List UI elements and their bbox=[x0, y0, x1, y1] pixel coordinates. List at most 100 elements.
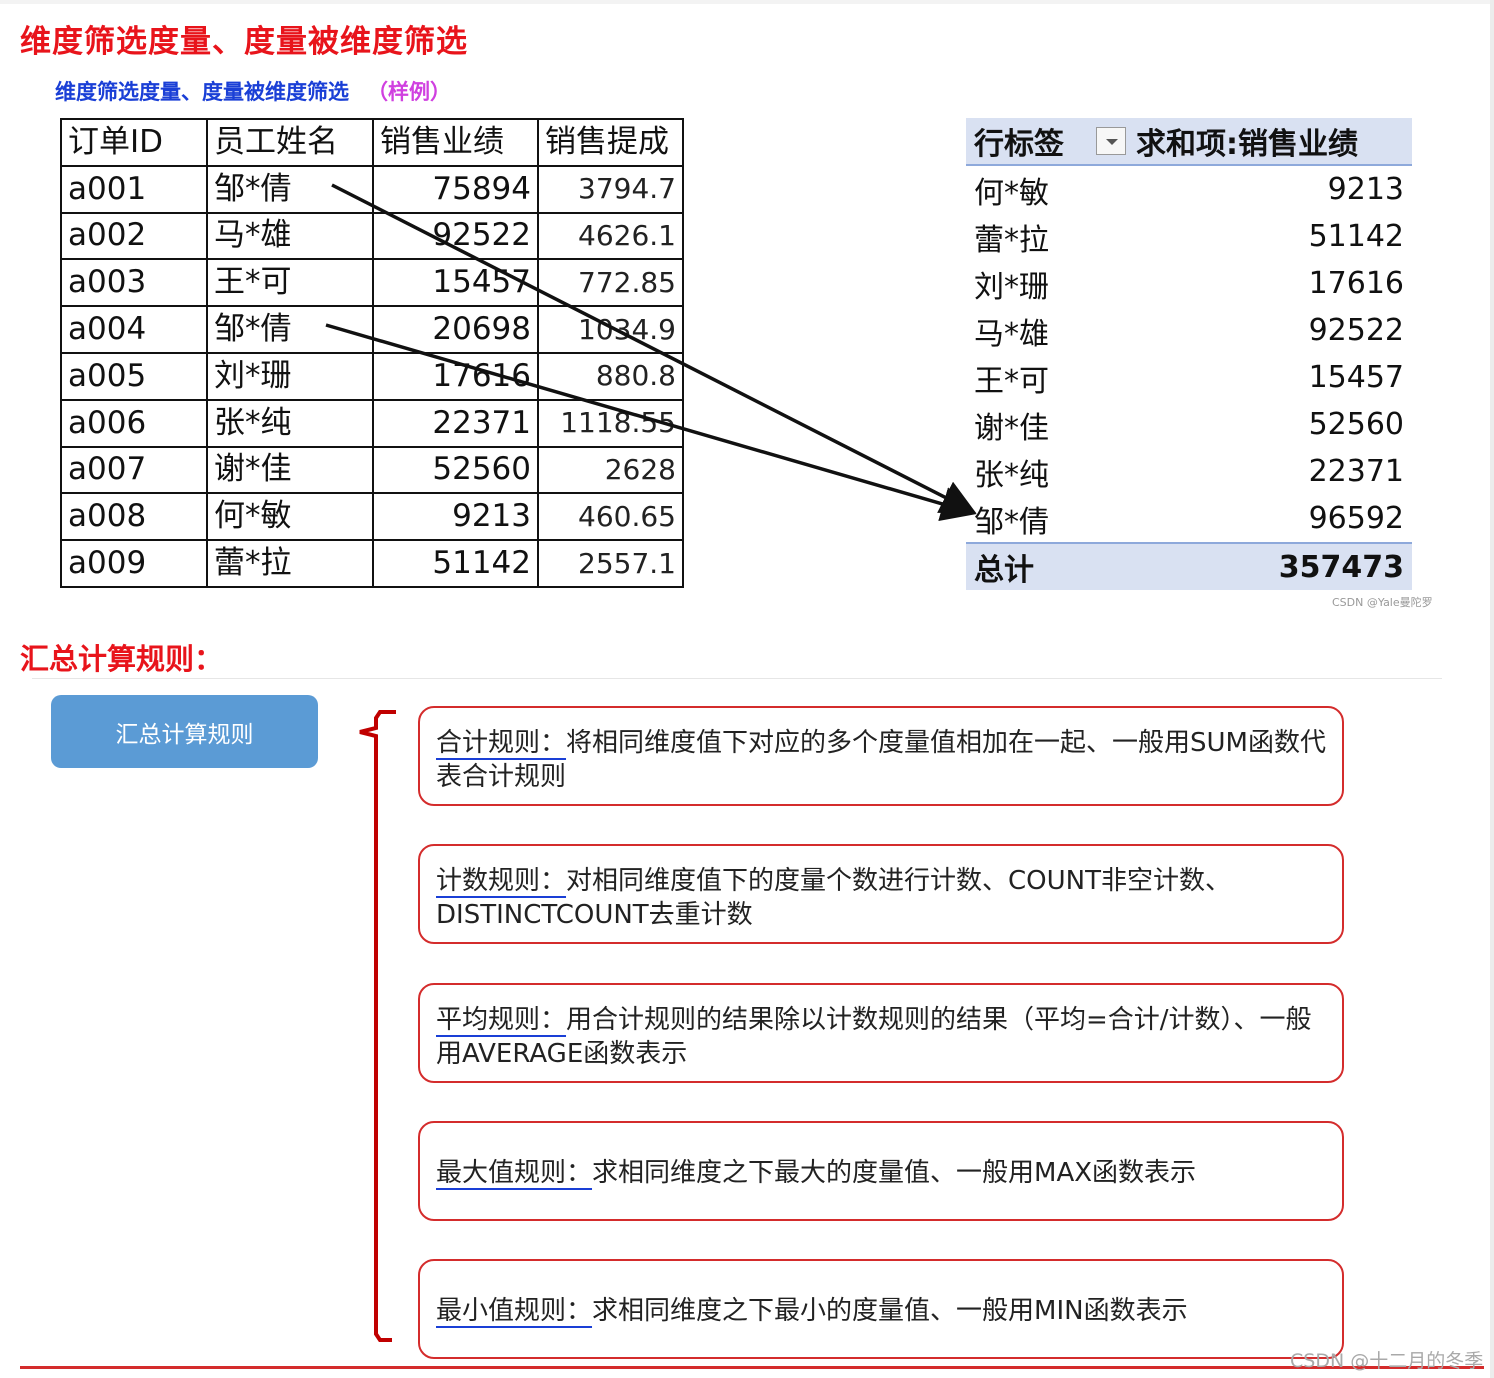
header-order-id: 订单ID bbox=[60, 118, 208, 167]
cell-sales: 20698 bbox=[372, 305, 539, 354]
cell-sales: 17616 bbox=[372, 351, 539, 401]
cell-order-id: a005 bbox=[60, 351, 208, 401]
header-employee-name: 员工姓名 bbox=[206, 118, 374, 167]
pivot-total-row: 总计 357473 bbox=[966, 542, 1412, 590]
pivot-row-name: 蕾*拉 bbox=[974, 222, 1049, 258]
pivot-row: 刘*珊 17616 bbox=[966, 260, 1412, 307]
pivot-total-value: 357473 bbox=[1278, 549, 1404, 585]
cell-sales: 52560 bbox=[372, 445, 539, 495]
rule-key: 最大值规则： bbox=[436, 1158, 593, 1188]
pivot-row: 何*敏 9213 bbox=[966, 166, 1412, 213]
pivot-total-label: 总计 bbox=[974, 553, 1034, 588]
page-title: 维度筛选度量、度量被维度筛选 bbox=[20, 24, 468, 60]
pivot-row-value: 22371 bbox=[1308, 454, 1404, 489]
watermark-small: CSDN @Yale曼陀罗 bbox=[1332, 596, 1433, 609]
rule-box-average: 平均规则：用合计规则的结果除以计数规则的结果（平均=合计/计数）、一般用AVER… bbox=[418, 983, 1344, 1083]
cell-order-id: a004 bbox=[60, 305, 208, 354]
rule-box-sum: 合计规则：将相同维度值下对应的多个度量值相加在一起、一般用SUM函数代表合计规则 bbox=[418, 706, 1344, 806]
table-row: a003 王*可 15457 772.85 bbox=[60, 258, 684, 308]
pivot-row-value: 92522 bbox=[1308, 313, 1404, 348]
rule-text: 用合计规则的结果除以计数规则的结果（平均=合计/计数）、一般用AVERAGE函数… bbox=[436, 1005, 1312, 1069]
pivot-row-name: 何*敏 bbox=[974, 175, 1049, 211]
cell-employee-name: 蕾*拉 bbox=[206, 539, 374, 588]
pivot-header: 行标签 求和项:销售业绩 bbox=[966, 118, 1412, 166]
pivot-row: 邹*倩 96592 bbox=[966, 495, 1412, 542]
cell-order-id: a001 bbox=[60, 164, 208, 214]
pivot-row-name: 张*纯 bbox=[974, 457, 1049, 493]
cell-commission: 3794.7 bbox=[537, 164, 684, 214]
cell-commission: 1118.55 bbox=[537, 398, 684, 448]
pivot-row-name: 邹*倩 bbox=[974, 504, 1049, 540]
table-row: a006 张*纯 22371 1118.55 bbox=[60, 398, 684, 448]
filter-dropdown-icon[interactable] bbox=[1096, 127, 1126, 155]
table-row: a001 邹*倩 75894 3794.7 bbox=[60, 164, 684, 214]
rule-text: 将相同维度值下对应的多个度量值相加在一起、一般用SUM函数代表合计规则 bbox=[436, 728, 1326, 792]
right-border bbox=[1490, 0, 1494, 1378]
rule-box-max: 最大值规则：求相同维度之下最大的度量值、一般用MAX函数表示 bbox=[418, 1121, 1344, 1221]
cell-employee-name: 邹*倩 bbox=[206, 164, 374, 214]
table-row: a009 蕾*拉 51142 2557.1 bbox=[60, 539, 684, 588]
rule-text: 求相同维度之下最大的度量值、一般用MAX函数表示 bbox=[592, 1158, 1197, 1188]
rule-text: 求相同维度之下最小的度量值、一般用MIN函数表示 bbox=[592, 1296, 1188, 1326]
pivot-row-name: 王*可 bbox=[974, 363, 1049, 399]
pivot-row-label: 行标签 bbox=[974, 127, 1064, 162]
cell-sales: 92522 bbox=[372, 211, 539, 261]
summary-rules-button[interactable]: 汇总计算规则 bbox=[51, 695, 318, 768]
cell-sales: 75894 bbox=[372, 164, 539, 214]
rule-key: 合计规则： bbox=[436, 728, 567, 758]
pivot-value-label: 求和项:销售业绩 bbox=[1136, 127, 1358, 162]
cell-order-id: a007 bbox=[60, 445, 208, 495]
table-row: a008 何*敏 9213 460.65 bbox=[60, 492, 684, 542]
header-commission: 销售提成 bbox=[537, 118, 684, 167]
table-row: a002 马*雄 92522 4626.1 bbox=[60, 211, 684, 261]
pivot-row-value: 96592 bbox=[1308, 501, 1404, 536]
cell-commission: 772.85 bbox=[537, 258, 684, 308]
cell-employee-name: 邹*倩 bbox=[206, 305, 374, 354]
pivot-row: 马*雄 92522 bbox=[966, 307, 1412, 354]
brace-icon bbox=[359, 710, 396, 1342]
rule-key: 平均规则： bbox=[436, 1005, 567, 1035]
pivot-row: 蕾*拉 51142 bbox=[966, 213, 1412, 260]
header-sales: 销售业绩 bbox=[372, 118, 539, 167]
cell-commission: 460.65 bbox=[537, 492, 684, 542]
table-row: a005 刘*珊 17616 880.8 bbox=[60, 351, 684, 401]
rule-key: 最小值规则： bbox=[436, 1296, 593, 1326]
rule-box-min: 最小值规则：求相同维度之下最小的度量值、一般用MIN函数表示 bbox=[418, 1259, 1344, 1359]
cell-employee-name: 刘*珊 bbox=[206, 351, 374, 401]
pivot-row-value: 15457 bbox=[1308, 360, 1404, 395]
cell-order-id: a008 bbox=[60, 492, 208, 542]
cell-order-id: a006 bbox=[60, 398, 208, 448]
sample-tag: （样例） bbox=[367, 80, 451, 104]
pivot-table: 行标签 求和项:销售业绩 何*敏 9213 蕾*拉 51142 刘*珊 17616 马… bbox=[966, 118, 1412, 590]
cell-commission: 4626.1 bbox=[537, 211, 684, 261]
cell-order-id: a003 bbox=[60, 258, 208, 308]
watermark-bottom: CSDN @十二月的冬季 bbox=[1290, 1350, 1484, 1372]
cell-commission: 2557.1 bbox=[537, 539, 684, 588]
pivot-row: 谢*佳 52560 bbox=[966, 401, 1412, 448]
cell-order-id: a009 bbox=[60, 539, 208, 588]
cell-employee-name: 马*雄 bbox=[206, 211, 374, 261]
source-table: 订单ID 员工姓名 销售业绩 销售提成 a001 邹*倩 75894 3794.… bbox=[60, 118, 684, 588]
pivot-row-value: 51142 bbox=[1308, 219, 1404, 254]
sample-subtitle: 维度筛选度量、度量被维度筛选 （样例） bbox=[55, 76, 451, 106]
cell-employee-name: 谢*佳 bbox=[206, 445, 374, 495]
pivot-row: 张*纯 22371 bbox=[966, 448, 1412, 495]
table-row: a004 邹*倩 20698 1034.9 bbox=[60, 305, 684, 354]
rule-key: 计数规则： bbox=[436, 866, 567, 896]
sample-subtitle-text: 维度筛选度量、度量被维度筛选 bbox=[55, 80, 349, 104]
section-title: 汇总计算规则： bbox=[20, 642, 224, 676]
pivot-row-name: 谢*佳 bbox=[974, 410, 1049, 446]
pivot-row: 王*可 15457 bbox=[966, 354, 1412, 401]
pivot-row-value: 52560 bbox=[1308, 407, 1404, 442]
cell-employee-name: 王*可 bbox=[206, 258, 374, 308]
cell-commission: 880.8 bbox=[537, 351, 684, 401]
pivot-row-value: 17616 bbox=[1308, 266, 1404, 301]
pivot-row-name: 马*雄 bbox=[974, 316, 1049, 352]
pivot-row-value: 9213 bbox=[1327, 172, 1404, 207]
top-border bbox=[0, 0, 1494, 4]
cell-employee-name: 张*纯 bbox=[206, 398, 374, 448]
cell-employee-name: 何*敏 bbox=[206, 492, 374, 542]
cell-order-id: a002 bbox=[60, 211, 208, 261]
rule-box-count: 计数规则：对相同维度值下的度量个数进行计数、COUNT非空计数、DISTINCT… bbox=[418, 844, 1344, 944]
source-table-header: 订单ID 员工姓名 销售业绩 销售提成 bbox=[60, 118, 684, 167]
